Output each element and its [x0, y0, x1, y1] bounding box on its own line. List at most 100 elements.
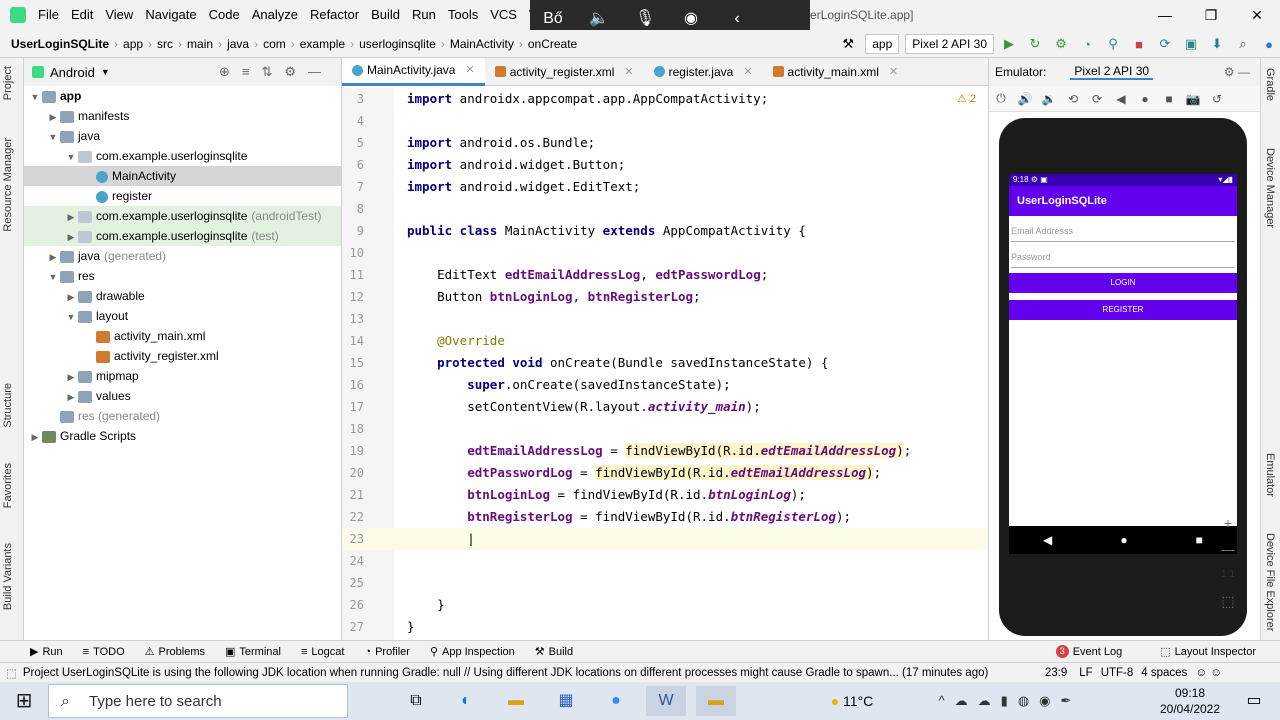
close-window-button[interactable]: ✕ — [1234, 0, 1280, 30]
file-explorer-icon[interactable]: ▬ — [496, 686, 536, 716]
menu-edit[interactable]: Edit — [65, 0, 99, 30]
editor-tab[interactable]: activity_register.xml ✕ — [485, 58, 644, 86]
indent-setting[interactable]: 4 spaces — [1141, 667, 1187, 679]
menu-file[interactable]: File — [32, 0, 65, 30]
zoom-out-button[interactable]: — — [1214, 536, 1242, 562]
tree-expand-icon[interactable]: ▶ — [64, 287, 78, 307]
code-area[interactable]: 3 import androidx.appcompat.app.AppCompat… — [342, 88, 988, 640]
rotate-right-icon[interactable]: ⟳ — [1085, 92, 1109, 106]
status-toggle-icon[interactable]: ⬚ — [0, 666, 23, 680]
word-icon[interactable]: W — [646, 686, 686, 716]
close-tab-icon[interactable]: ✕ — [465, 56, 474, 84]
tree-item[interactable]: ▼ java — [24, 126, 341, 146]
task-view-icon[interactable]: ⧉ — [396, 686, 436, 716]
tool-window-terminal[interactable]: ▣ Terminal — [215, 645, 291, 659]
menu-view[interactable]: View — [99, 0, 139, 30]
maximize-button[interactable]: ❐ — [1188, 0, 1234, 30]
zoom-ratio-button[interactable]: 1:1 — [1214, 562, 1242, 588]
breadcrumb-item[interactable]: UserLoginSQLite — [8, 37, 112, 51]
taskbar-search[interactable]: ⌕ Type here to search — [48, 684, 348, 718]
code-line[interactable]: 10 — [342, 242, 988, 264]
code-line[interactable]: 24 — [342, 550, 988, 572]
code-line[interactable]: 25 — [342, 572, 988, 594]
tool-tab-gradle[interactable]: Gradle — [1264, 68, 1276, 101]
sdk-icon[interactable]: ⬇ — [1206, 33, 1228, 55]
tree-item[interactable]: res (generated) — [24, 406, 341, 426]
tool-tab-project[interactable]: Project — [2, 66, 14, 100]
project-view-select[interactable]: Android — [50, 65, 95, 80]
tool-window-problems[interactable]: ⚠ Problems — [135, 645, 215, 659]
taskbar-clock[interactable]: 09:18 20/04/2022 — [1150, 685, 1230, 717]
apply-changes-icon[interactable]: ↻ — [1024, 33, 1046, 55]
breadcrumb-item[interactable]: app — [120, 37, 146, 51]
tree-item[interactable]: ▼ app — [24, 86, 341, 106]
tree-expand-icon[interactable]: ▼ — [46, 267, 60, 287]
code-line[interactable]: 17 setContentView(R.layout.activity_main… — [342, 396, 988, 418]
tool-tab-favorites[interactable]: Favorites — [2, 463, 14, 508]
device-select[interactable]: Pixel 2 API 30 — [905, 34, 994, 54]
store-icon[interactable]: ▦ — [546, 686, 586, 716]
tree-item[interactable]: MainActivity — [24, 166, 341, 186]
tool-window-build[interactable]: ⚒ Build — [525, 645, 583, 659]
windows-start-icon[interactable]: ⊞ — [4, 686, 44, 716]
tool-tab-structure[interactable]: Structure — [2, 383, 14, 428]
tree-expand-icon[interactable]: ▶ — [46, 247, 60, 267]
code-line[interactable]: 6 import android.widget.Button; — [342, 154, 988, 176]
tree-expand-icon[interactable]: ▼ — [46, 127, 60, 147]
tree-item[interactable]: ▶ drawable — [24, 286, 341, 306]
breadcrumb-item[interactable]: java — [224, 37, 252, 51]
tool-window-todo[interactable]: ≡ TODO — [73, 646, 135, 658]
breadcrumb-item[interactable]: example — [297, 37, 348, 51]
search-icon[interactable]: ⌕ — [1232, 33, 1254, 55]
editor-tab[interactable]: activity_main.xml ✕ — [763, 58, 909, 86]
code-line[interactable]: 16 super.onCreate(savedInstanceState); — [342, 374, 988, 396]
tree-item[interactable]: ▶ Gradle Scripts — [24, 426, 341, 446]
phone-recent-icon[interactable]: ■ — [1196, 533, 1203, 547]
overview-icon[interactable]: ■ — [1157, 92, 1181, 106]
layout-inspector-button[interactable]: ⬚ Layout Inspector — [1150, 645, 1266, 659]
code-line[interactable]: 3 import androidx.appcompat.app.AppCompat… — [342, 88, 988, 110]
project-toolbar-icons[interactable]: ⊕≡⇅⚙— — [219, 64, 333, 80]
code-line[interactable]: 14 @Override — [342, 330, 988, 352]
code-line[interactable]: 12 Button btnLoginLog, btnRegisterLog; — [342, 286, 988, 308]
code-line[interactable]: 20 edtPasswordLog = findViewById(R.id.ed… — [342, 462, 988, 484]
line-separator[interactable]: LF — [1079, 667, 1092, 679]
smiley-icon[interactable]: ☺ ☺ — [1195, 667, 1222, 679]
code-line[interactable]: 19 edtEmailAddressLog = findViewById(R.i… — [342, 440, 988, 462]
code-line[interactable]: 26 } — [342, 594, 988, 616]
tool-window-run[interactable]: ▶ Run — [20, 645, 73, 659]
caret-position[interactable]: 23:9 — [1045, 667, 1067, 679]
camera-icon[interactable]: 📷 — [1181, 92, 1205, 106]
tree-expand-icon[interactable]: ▼ — [64, 307, 78, 327]
chevron-down-icon[interactable]: ▼ — [101, 67, 110, 77]
fit-screen-button[interactable]: ⬚ — [1214, 588, 1242, 614]
tool-window-profiler[interactable]: ◔ Profiler — [354, 646, 420, 658]
tree-expand-icon[interactable]: ▶ — [64, 387, 78, 407]
weather-widget[interactable]: ● 11°C — [812, 686, 892, 716]
code-line[interactable]: 15 protected void onCreate(Bundle savedI… — [342, 352, 988, 374]
run-config-select[interactable]: app — [865, 34, 900, 54]
attach-icon[interactable]: ⚲ — [1102, 33, 1124, 55]
menu-build[interactable]: Build — [365, 0, 406, 30]
editor-tab[interactable]: MainActivity.java ✕ — [342, 56, 485, 86]
hammer-icon[interactable]: ⚒ — [837, 33, 859, 55]
tree-expand-icon[interactable]: ▶ — [64, 367, 78, 387]
email-field[interactable]: Email Addresss — [1011, 220, 1235, 242]
close-tab-icon[interactable]: ✕ — [624, 58, 633, 86]
home-icon[interactable]: ● — [1133, 92, 1157, 106]
close-tab-icon[interactable]: ✕ — [889, 58, 898, 86]
tree-item[interactable]: activity_main.xml — [24, 326, 341, 346]
code-line[interactable]: 21 btnLoginLog = findViewById(R.id.btnLo… — [342, 484, 988, 506]
tree-expand-icon[interactable]: ▶ — [64, 227, 78, 247]
volume-up-icon[interactable]: 🔊 — [1013, 92, 1037, 106]
tool-window-logcat[interactable]: ≡ Logcat — [291, 646, 354, 658]
tree-expand-icon[interactable]: ▼ — [28, 87, 42, 107]
gear-icon[interactable]: ⚙ — — [1224, 65, 1250, 79]
password-field[interactable]: Password — [1011, 246, 1235, 268]
code-line[interactable]: 7 import android.widget.EditText; — [342, 176, 988, 198]
code-line[interactable]: 4 — [342, 110, 988, 132]
code-line[interactable]: 5 import android.os.Bundle; — [342, 132, 988, 154]
tool-tab-build-variants[interactable]: Build Variants — [2, 543, 14, 610]
breadcrumb-item[interactable]: userloginsqlite — [356, 37, 439, 51]
tool-tab-resource-manager[interactable]: Resource Manager — [2, 138, 14, 232]
